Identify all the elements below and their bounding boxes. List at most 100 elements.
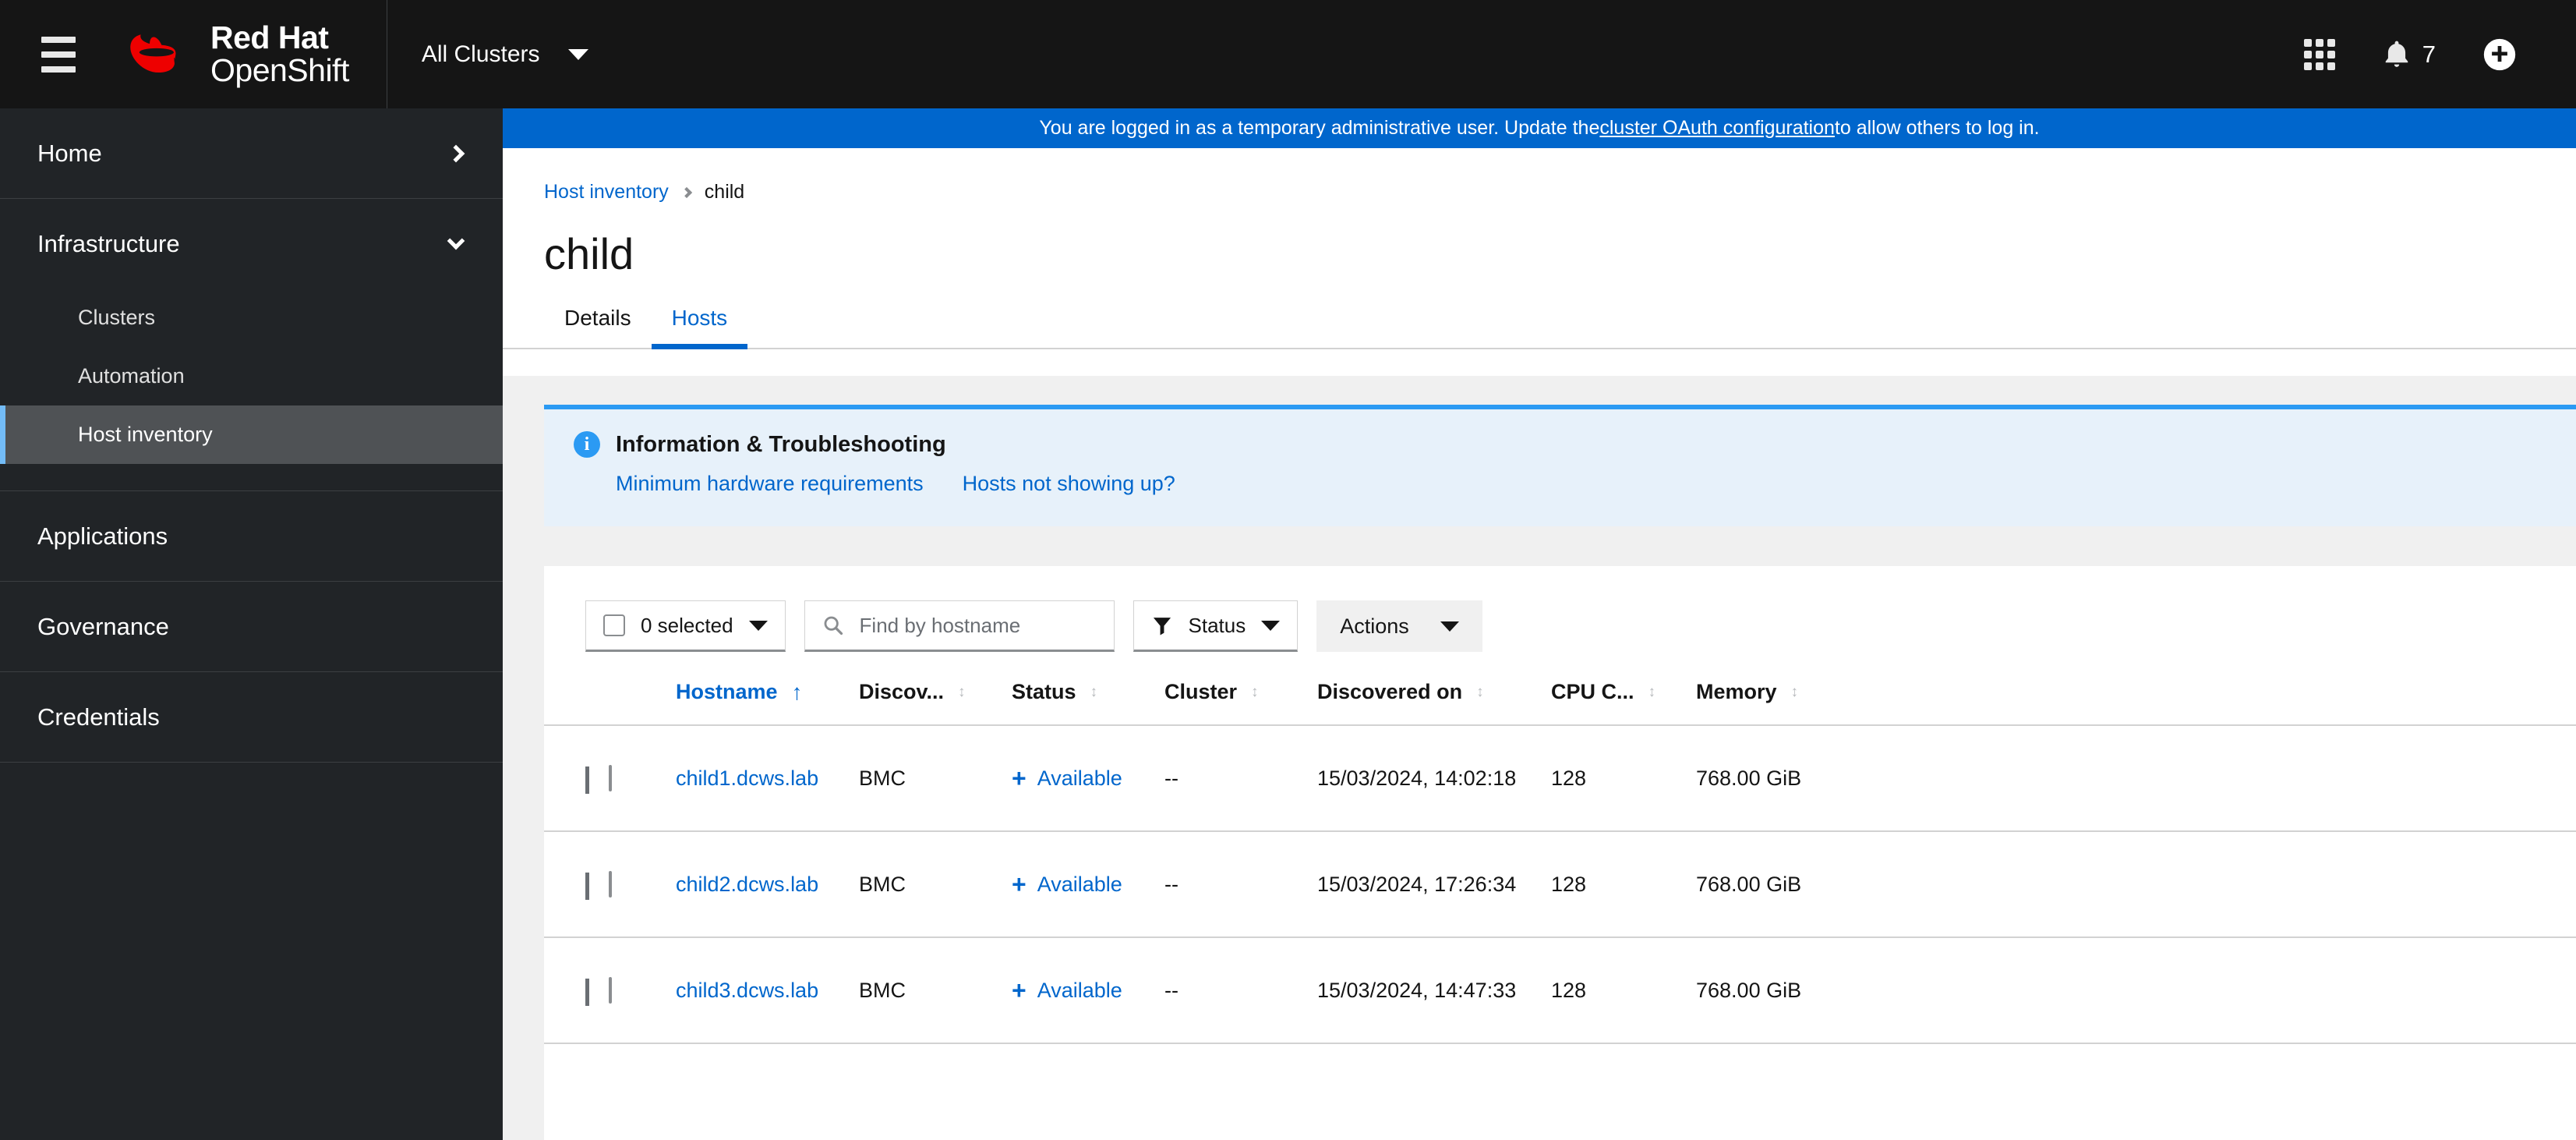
alert-title: Information & Troubleshooting — [616, 431, 946, 457]
row-cluster-cell: -- — [1164, 936, 1317, 1043]
actions-button[interactable]: Actions — [1316, 600, 1482, 652]
hostname-link[interactable]: child3.dcws.lab — [676, 979, 818, 1002]
row-hostname-cell: child3.dcws.lab — [676, 936, 859, 1043]
table-row: child1.dcws.lab BMC + Available -- 15/03… — [544, 724, 2576, 831]
row-expand-cell — [544, 724, 609, 831]
table-row: child2.dcws.lab BMC + Available -- 15/03… — [544, 830, 2576, 937]
brand-text: Red Hat OpenShift — [210, 19, 349, 88]
sidebar-item-label: Automation — [78, 364, 185, 388]
hostname-link[interactable]: child1.dcws.lab — [676, 766, 818, 790]
nav-toggle-button[interactable] — [0, 0, 117, 108]
help-button[interactable] — [2482, 37, 2517, 72]
row-hostname-cell: child1.dcws.lab — [676, 724, 859, 831]
filter-icon — [1153, 618, 1171, 635]
bulk-select-dropdown[interactable]: 0 selected — [585, 600, 786, 652]
th-discovered-on-label: Discovered on — [1317, 680, 1463, 703]
temporary-admin-banner: You are logged in as a temporary adminis… — [503, 108, 2576, 148]
sidebar-item-automation[interactable]: Automation — [0, 347, 503, 405]
sidebar-item-label: Applications — [37, 522, 168, 550]
tab-details[interactable]: Details — [544, 306, 652, 348]
plus-icon: + — [1012, 764, 1027, 792]
chevron-right-icon[interactable] — [585, 978, 589, 1006]
table-row: child3.dcws.lab BMC + Available -- 15/03… — [544, 936, 2576, 1043]
table-header-row: Hostname ↑ Discov... ↕ Status ↕ Cluster … — [544, 680, 2576, 725]
table-row-partial — [544, 1043, 2576, 1140]
info-circle-icon: i — [574, 431, 600, 458]
th-discovered-on[interactable]: Discovered on ↕ — [1317, 680, 1551, 725]
notifications-button[interactable]: 7 — [2382, 38, 2436, 71]
app-launcher-button[interactable] — [2303, 38, 2335, 70]
row-memory-cell: 768.00 GiB — [1696, 724, 2576, 831]
search-icon — [824, 616, 843, 635]
th-status[interactable]: Status ↕ — [1012, 680, 1164, 725]
plus-circle-icon — [2483, 38, 2516, 70]
row-checkbox[interactable] — [609, 976, 612, 1004]
hosts-table-card: 0 selected Find by hostname Status Actio… — [544, 566, 2576, 1140]
sidebar-item-label: Governance — [37, 612, 169, 640]
search-input[interactable]: Find by hostname — [804, 600, 1115, 652]
chevron-down-icon — [567, 48, 588, 60]
chevron-right-icon — [680, 186, 692, 198]
hamburger-bar — [41, 51, 76, 58]
row-select-cell — [609, 830, 676, 937]
chevron-down-icon — [748, 620, 768, 631]
sidebar-item-host-inventory[interactable]: Host inventory — [0, 405, 503, 464]
th-memory-label: Memory — [1696, 680, 1777, 703]
tab-hosts[interactable]: Hosts — [651, 306, 748, 349]
row-cluster-cell — [1164, 1043, 1317, 1140]
table-toolbar: 0 selected Find by hostname Status Actio… — [544, 566, 2576, 652]
sidebar-item-label: Home — [37, 139, 102, 167]
chevron-down-icon — [447, 232, 465, 250]
chevron-down-icon — [1261, 620, 1281, 631]
sidebar-item-governance[interactable]: Governance — [0, 582, 503, 671]
th-cluster-label: Cluster — [1164, 680, 1238, 703]
th-select — [609, 680, 676, 725]
bulk-select-checkbox[interactable] — [603, 614, 625, 636]
row-discovered-on-cell: 15/03/2024, 14:02:18 — [1317, 724, 1551, 831]
th-hostname[interactable]: Hostname ↑ — [676, 680, 859, 725]
row-discovered-on-cell: 15/03/2024, 17:26:34 — [1317, 830, 1551, 937]
sidebar-item-label: Infrastructure — [37, 229, 180, 257]
banner-text-before: You are logged in as a temporary adminis… — [1039, 117, 1600, 139]
chevron-down-icon — [1440, 621, 1459, 632]
row-checkbox[interactable] — [609, 764, 612, 791]
cluster-selector[interactable]: All Clusters — [387, 0, 623, 108]
row-checkbox[interactable] — [609, 870, 612, 897]
hosts-table-body: child1.dcws.lab BMC + Available -- 15/03… — [544, 724, 2576, 1140]
actions-label: Actions — [1340, 614, 1409, 638]
minimum-hardware-requirements-link[interactable]: Minimum hardware requirements — [616, 472, 924, 496]
row-cpu-cores-cell — [1551, 1043, 1696, 1140]
th-cluster[interactable]: Cluster ↕ — [1164, 680, 1317, 725]
sidebar-item-applications[interactable]: Applications — [0, 491, 503, 581]
row-status-cell — [1012, 1043, 1164, 1140]
hamburger-bar — [41, 65, 76, 73]
brand-line-1: Red Hat — [210, 19, 329, 55]
th-memory[interactable]: Memory ↕ — [1696, 680, 2576, 725]
row-select-cell — [609, 1043, 676, 1140]
brand-logo[interactable]: Red Hat OpenShift — [117, 19, 387, 88]
row-memory-cell: 768.00 GiB — [1696, 830, 2576, 937]
chevron-right-icon[interactable] — [585, 766, 589, 794]
hostname-link[interactable]: child2.dcws.lab — [676, 873, 818, 896]
th-hostname-label: Hostname — [676, 680, 778, 703]
sidebar-item-clusters[interactable]: Clusters — [0, 289, 503, 347]
row-select-cell — [609, 724, 676, 831]
chevron-right-icon[interactable] — [585, 872, 589, 900]
sidebar-item-home[interactable]: Home — [0, 108, 503, 198]
th-discovery-type[interactable]: Discov... ↕ — [859, 680, 1012, 725]
row-memory-cell: 768.00 GiB — [1696, 936, 2576, 1043]
sidebar-item-credentials[interactable]: Credentials — [0, 672, 503, 762]
cluster-oauth-configuration-link[interactable]: cluster OAuth configuration — [1599, 117, 1835, 140]
masthead: Red Hat OpenShift All Clusters 7 — [0, 0, 2576, 108]
hosts-not-showing-up-link[interactable]: Hosts not showing up? — [963, 472, 1175, 496]
sort-none-icon: ↕ — [1790, 683, 1799, 700]
row-cpu-cores-cell: 128 — [1551, 724, 1696, 831]
brand-line-2: OpenShift — [210, 51, 349, 88]
sidebar-item-infrastructure[interactable]: Infrastructure — [0, 199, 503, 289]
sort-none-icon: ↕ — [1090, 683, 1098, 700]
th-cpu-cores[interactable]: CPU C... ↕ — [1551, 680, 1696, 725]
breadcrumb-link-host-inventory[interactable]: Host inventory — [544, 181, 669, 204]
row-status-cell: + Available — [1012, 830, 1164, 937]
status-filter-dropdown[interactable]: Status — [1133, 600, 1299, 652]
row-select-cell — [609, 936, 676, 1043]
